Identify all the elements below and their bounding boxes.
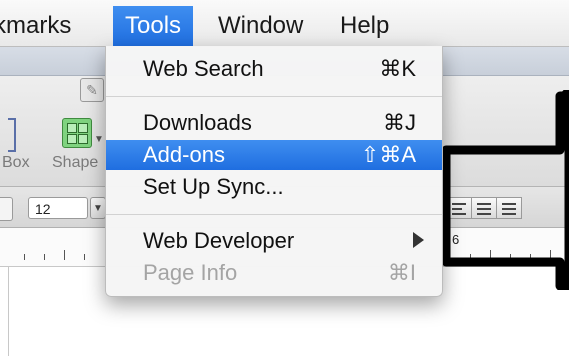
submenu-arrow-icon [413,232,424,248]
menu-item-downloads[interactable]: Downloads ⌘J [106,108,442,138]
menu-tools[interactable]: Tools [113,6,194,46]
menu-window[interactable]: Window [218,10,303,42]
menu-item-label: Set Up Sync... [143,174,284,199]
menu-item-label: Add-ons [143,142,225,167]
menu-separator [106,96,442,97]
menu-item-label: Page Info [143,260,238,285]
menu-item-web-developer[interactable]: Web Developer [106,226,442,256]
page-edge [8,267,9,356]
shape-icon[interactable] [62,118,92,148]
font-size-field[interactable]: 12 [28,197,88,219]
menu-item-set-up-sync[interactable]: Set Up Sync... [106,172,442,202]
shape-label: Shape [52,154,99,171]
menu-bar: kmarks Tools Window Help [0,0,569,47]
menu-item-page-info: Page Info ⌘I [106,258,442,288]
menu-item-shortcut: ⌘J [383,110,416,135]
font-size-dropdown-icon[interactable]: ▼ [90,197,106,219]
menu-separator [106,214,442,215]
annotation-arrow-icon [441,90,569,290]
menu-item-shortcut: ⌘I [387,260,416,285]
menu-help[interactable]: Help [340,10,389,42]
menu-item-label: Downloads [143,110,252,135]
tools-dropdown-menu: Web Search ⌘K Downloads ⌘J Add-ons ⇧⌘A S… [105,46,443,297]
menu-item-shortcut: ⇧⌘A [360,142,416,167]
box-label: Box [2,154,30,171]
menu-item-web-search[interactable]: Web Search ⌘K [106,54,442,84]
menu-item-add-ons[interactable]: Add-ons ⇧⌘A [106,140,442,170]
box-icon[interactable] [8,118,16,152]
shape-dropdown-icon[interactable]: ▼ [94,134,104,145]
menu-bookmarks[interactable]: kmarks [0,10,71,42]
menu-item-shortcut: ⌘K [379,56,416,81]
menu-item-label: Web Developer [143,228,295,253]
menu-item-label: Web Search [143,56,264,81]
pencil-icon: ✎ [80,78,104,102]
font-family-select[interactable] [0,197,13,221]
